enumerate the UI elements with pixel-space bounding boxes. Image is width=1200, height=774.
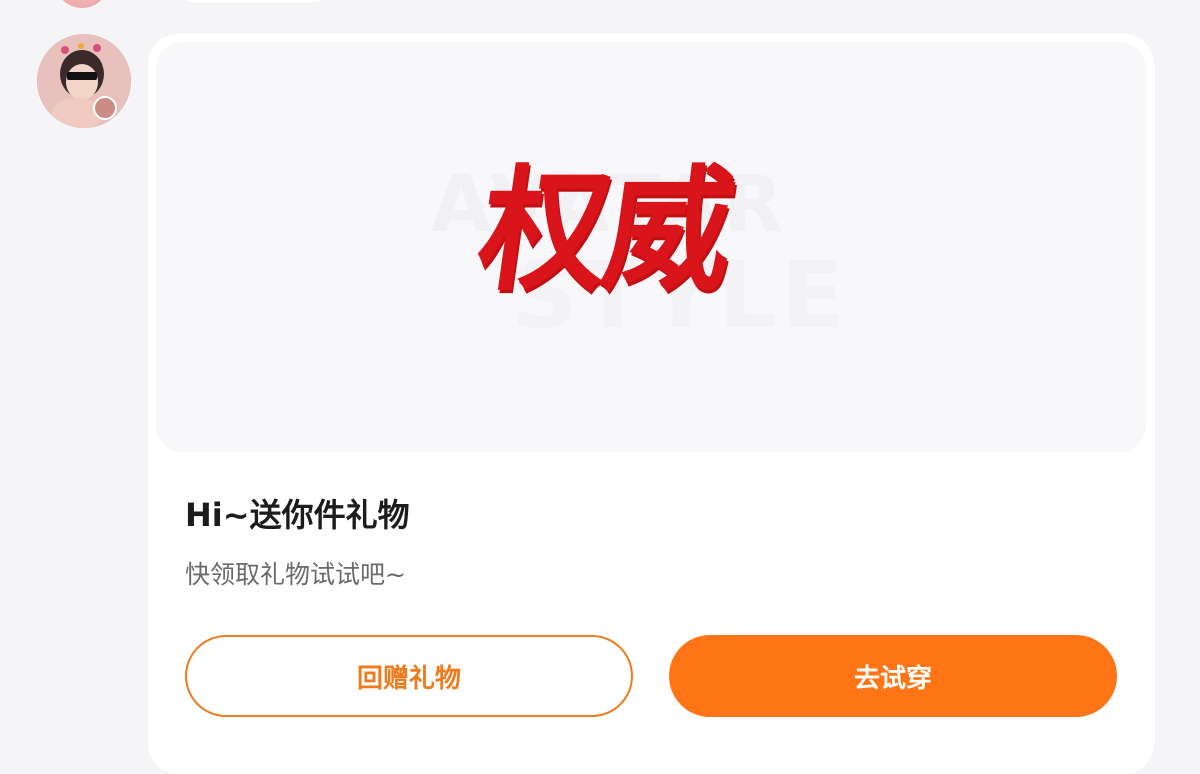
avatar-image <box>37 34 131 128</box>
previous-message-avatar[interactable] <box>55 0 109 8</box>
gift-subtitle: 快领取礼物试试吧~ <box>185 560 406 589</box>
gift-message-card[interactable]: AVATAR STYLE 权威 Hi~送你件礼物 快领取礼物试试吧~ 回赠礼物 … <box>148 34 1154 774</box>
previous-message-bubble <box>178 0 330 2</box>
return-gift-button[interactable]: 回赠礼物 <box>185 635 633 717</box>
gift-title: Hi~送你件礼物 <box>185 496 410 534</box>
try-on-button[interactable]: 去试穿 <box>669 635 1117 717</box>
sender-avatar[interactable] <box>37 34 131 128</box>
gift-item-calligraphy: 权威 <box>469 152 741 310</box>
gift-banner[interactable]: AVATAR STYLE 权威 <box>156 42 1146 452</box>
